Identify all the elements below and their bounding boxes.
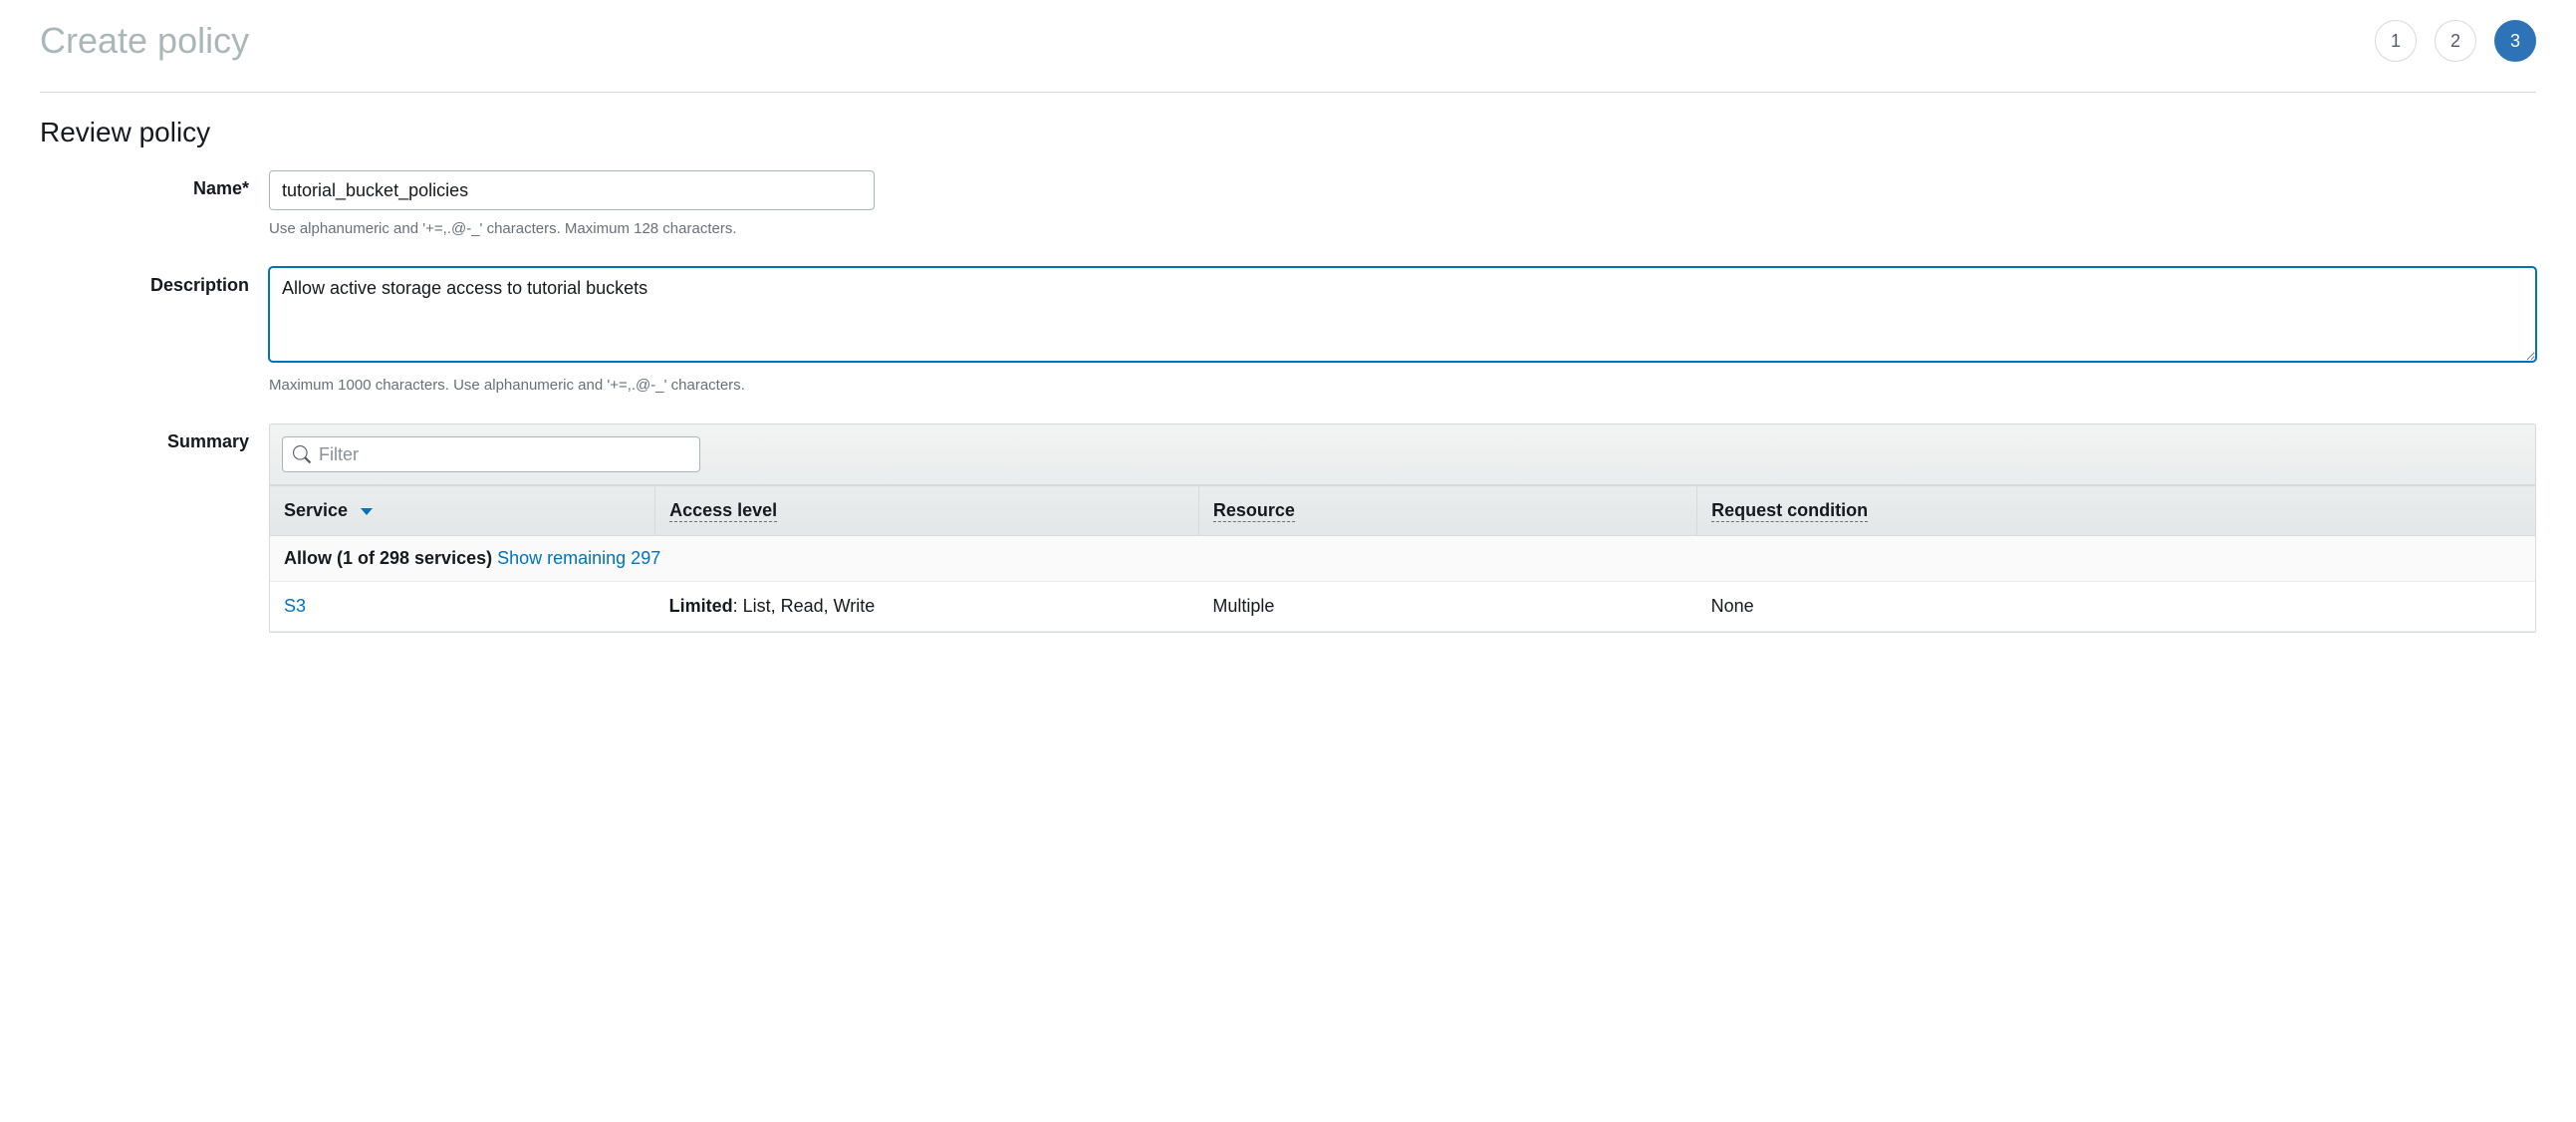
column-header-access[interactable]: Access level [655, 486, 1199, 536]
service-link[interactable]: S3 [284, 596, 306, 616]
sort-caret-icon [361, 508, 373, 515]
summary-toolbar [270, 424, 2535, 485]
wizard-step-2[interactable]: 2 [2435, 20, 2476, 62]
section-title: Review policy [40, 117, 2536, 148]
wizard-steps: 1 2 3 [2375, 20, 2536, 62]
description-hint: Maximum 1000 characters. Use alphanumeri… [269, 377, 2536, 394]
access-prefix: Limited [669, 596, 733, 616]
name-label: Name* [40, 170, 269, 199]
column-header-service[interactable]: Service [270, 486, 655, 536]
summary-panel: Service Access level Resource Request co… [269, 423, 2536, 633]
description-input[interactable]: Allow active storage access to tutorial … [269, 267, 2536, 362]
table-row: S3 Limited: List, Read, Write Multiple N… [270, 582, 2535, 632]
condition-cell: None [1697, 582, 2535, 632]
column-header-service-label: Service [284, 500, 348, 520]
group-label: Allow (1 of 298 services) [284, 548, 492, 568]
name-input[interactable] [269, 170, 875, 210]
search-icon [293, 445, 311, 463]
access-rest: : List, Read, Write [733, 596, 876, 616]
column-header-resource-label: Resource [1213, 500, 1295, 522]
table-group-row: Allow (1 of 298 services) Show remaining… [270, 536, 2535, 582]
access-cell: Limited: List, Read, Write [655, 582, 1199, 632]
filter-input-wrap[interactable] [282, 436, 700, 472]
resource-cell: Multiple [1198, 582, 1696, 632]
column-header-access-label: Access level [669, 500, 777, 522]
wizard-step-3[interactable]: 3 [2494, 20, 2536, 62]
summary-label: Summary [40, 423, 269, 452]
description-label: Description [40, 267, 269, 296]
column-header-resource[interactable]: Resource [1198, 486, 1696, 536]
column-header-condition[interactable]: Request condition [1697, 486, 2535, 536]
column-header-condition-label: Request condition [1711, 500, 1868, 522]
show-remaining-link[interactable]: Show remaining 297 [497, 548, 660, 568]
page-title: Create policy [40, 20, 249, 62]
name-hint: Use alphanumeric and '+=,.@-_' character… [269, 220, 2536, 237]
wizard-step-1[interactable]: 1 [2375, 20, 2417, 62]
filter-input[interactable] [311, 444, 689, 465]
summary-table: Service Access level Resource Request co… [270, 485, 2535, 632]
